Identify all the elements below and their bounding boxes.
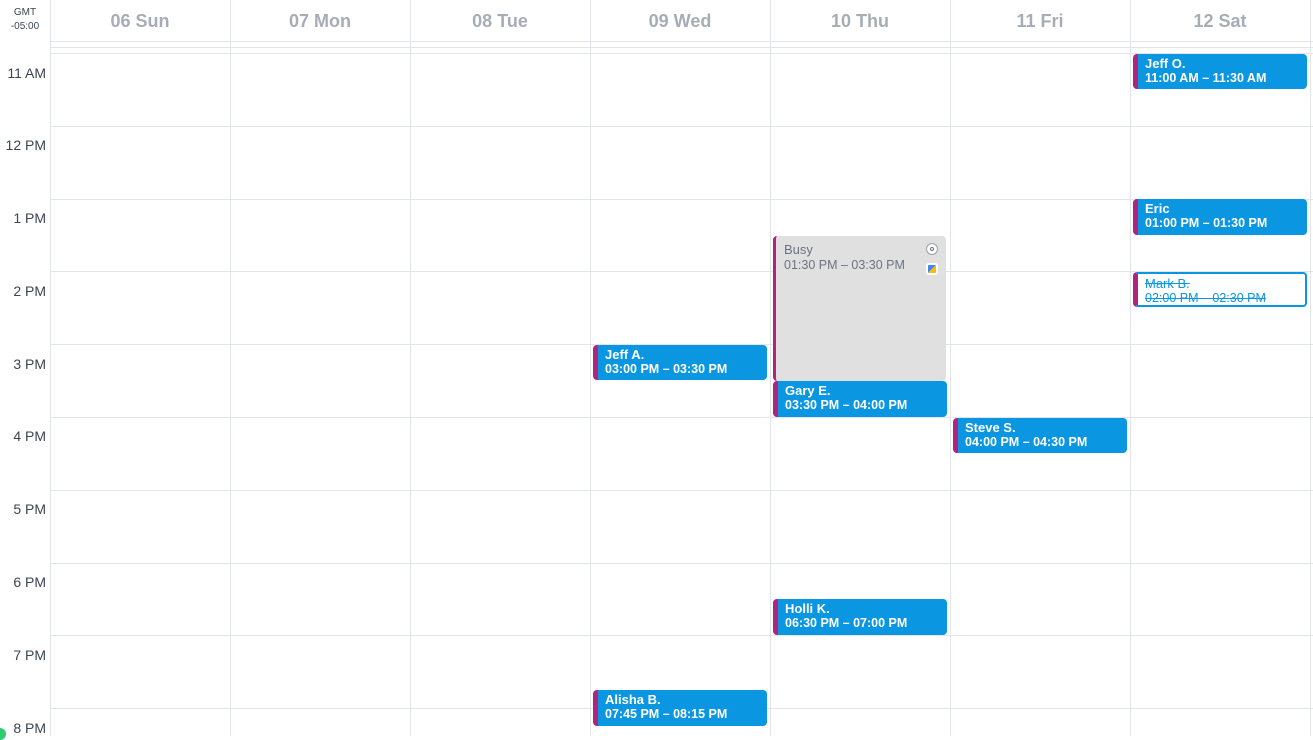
hour-label-1pm: 1 PM bbox=[13, 210, 46, 226]
day-header-fri[interactable]: 11 Fri bbox=[950, 0, 1130, 42]
hour-line bbox=[50, 271, 1313, 272]
event-busy-block[interactable]: Busy 01:30 PM – 03:30 PM bbox=[773, 236, 946, 381]
event-gary-e[interactable]: Gary E. 03:30 PM – 04:00 PM bbox=[773, 381, 947, 417]
hour-label-4pm: 4 PM bbox=[13, 428, 46, 444]
column-divider bbox=[1130, 0, 1131, 736]
event-time: 07:45 PM – 08:15 PM bbox=[605, 707, 728, 721]
event-name: Alisha B. bbox=[605, 692, 661, 707]
hour-line bbox=[50, 126, 1313, 127]
column-divider bbox=[230, 0, 231, 736]
settings-icon[interactable] bbox=[926, 243, 938, 255]
hour-label-3pm: 3 PM bbox=[13, 356, 46, 372]
header-divider bbox=[50, 41, 1313, 42]
week-calendar-grid: GMT -05:00 06 Sun 07 Mon 08 Tue 09 Wed 1… bbox=[0, 0, 1313, 740]
event-name: Eric bbox=[1145, 201, 1170, 216]
timezone-label: GMT -05:00 bbox=[0, 0, 50, 46]
column-divider bbox=[770, 0, 771, 736]
event-time: 03:30 PM – 04:00 PM bbox=[785, 398, 908, 412]
event-eric[interactable]: Eric 01:00 PM – 01:30 PM bbox=[1133, 199, 1307, 235]
hour-line bbox=[50, 563, 1313, 564]
day-header-sun[interactable]: 06 Sun bbox=[50, 0, 230, 42]
hour-label-12pm: 12 PM bbox=[5, 137, 46, 153]
event-time: 03:00 PM – 03:30 PM bbox=[605, 362, 728, 376]
day-header-mon[interactable]: 07 Mon bbox=[230, 0, 410, 42]
google-calendar-icon bbox=[926, 263, 938, 275]
timezone-gmt: GMT bbox=[13, 7, 37, 18]
hour-label-5pm: 5 PM bbox=[13, 501, 46, 517]
event-time: 01:30 PM – 03:30 PM bbox=[784, 258, 905, 272]
hour-label-7pm: 7 PM bbox=[13, 647, 46, 663]
event-name: Steve S. bbox=[965, 420, 1016, 435]
day-header-thu[interactable]: 10 Thu bbox=[770, 0, 950, 42]
day-header-wed[interactable]: 09 Wed bbox=[590, 0, 770, 42]
event-holli-k[interactable]: Holli K. 06:30 PM – 07:00 PM bbox=[773, 599, 947, 635]
hour-label-6pm: 6 PM bbox=[13, 574, 46, 590]
day-header-tue[interactable]: 08 Tue bbox=[410, 0, 590, 42]
event-time: 01:00 PM – 01:30 PM bbox=[1145, 216, 1268, 230]
event-time: 04:00 PM – 04:30 PM bbox=[965, 435, 1088, 449]
event-time: 11:00 AM – 11:30 AM bbox=[1145, 71, 1267, 85]
event-name: Jeff O. bbox=[1145, 56, 1186, 71]
event-name: Busy bbox=[784, 242, 813, 257]
column-divider bbox=[50, 0, 51, 736]
hour-line bbox=[50, 490, 1313, 491]
hour-label-11am: 11 AM bbox=[7, 65, 46, 81]
event-mark-b-cancelled[interactable]: Mark B. 02:00 PM – 02:30 PM bbox=[1133, 272, 1307, 307]
event-name: Gary E. bbox=[785, 383, 831, 398]
hour-line bbox=[50, 53, 1313, 54]
column-divider bbox=[1310, 0, 1311, 736]
event-time: 02:00 PM – 02:30 PM bbox=[1145, 291, 1266, 305]
hour-line bbox=[50, 635, 1313, 636]
column-divider bbox=[590, 0, 591, 736]
event-time: 06:30 PM – 07:00 PM bbox=[785, 616, 908, 630]
event-jeff-a[interactable]: Jeff A. 03:00 PM – 03:30 PM bbox=[593, 345, 767, 380]
hour-label-2pm: 2 PM bbox=[13, 283, 46, 299]
event-jeff-o[interactable]: Jeff O. 11:00 AM – 11:30 AM bbox=[1133, 54, 1307, 89]
event-steve-s[interactable]: Steve S. 04:00 PM – 04:30 PM bbox=[953, 418, 1127, 453]
timezone-offset: -05:00 bbox=[10, 21, 40, 32]
day-header-sat[interactable]: 12 Sat bbox=[1130, 0, 1310, 42]
event-name: Jeff A. bbox=[605, 347, 645, 362]
event-alisha-b[interactable]: Alisha B. 07:45 PM – 08:15 PM bbox=[593, 690, 767, 726]
header-divider bbox=[50, 47, 1313, 48]
event-name: Mark B. bbox=[1145, 276, 1190, 291]
column-divider bbox=[410, 0, 411, 736]
hour-label-8pm: 8 PM bbox=[13, 720, 46, 736]
hour-line bbox=[50, 199, 1313, 200]
column-divider bbox=[950, 0, 951, 736]
event-name: Holli K. bbox=[785, 601, 830, 616]
